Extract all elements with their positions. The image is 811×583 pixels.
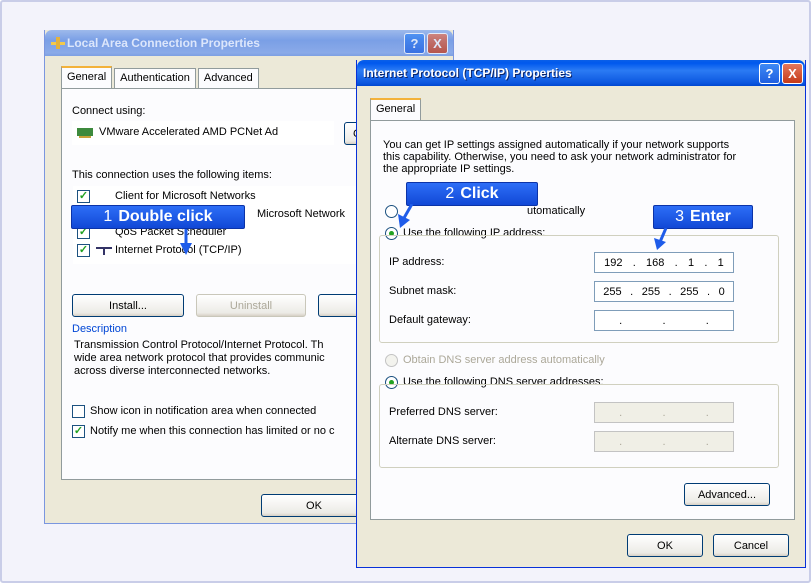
item-label: Client for Microsoft Networks: [115, 190, 256, 202]
octet: 255: [641, 285, 661, 298]
octet: 168: [646, 256, 665, 269]
step2-arrow: [398, 204, 414, 228]
tcpip-general-panel: You can get IP settings assigned automat…: [370, 120, 795, 520]
step1-callout: 1 Double click: [71, 205, 245, 229]
description-line: across diverse interconnected networks.: [74, 365, 271, 377]
step3-arrow: [654, 228, 668, 250]
intro-line: this capability. Otherwise, you need to …: [383, 151, 737, 163]
network-icon: [51, 37, 65, 49]
item-label: Microsoft Network: [257, 208, 346, 220]
protocol-icon: [96, 247, 112, 255]
network-card-icon: [77, 128, 93, 138]
octet: 255: [680, 285, 699, 298]
step1-number: 1: [103, 208, 113, 225]
uninstall-button: Uninstall: [196, 294, 306, 317]
cancel-button[interactable]: Cancel: [713, 534, 789, 557]
step1-text: Double click: [118, 208, 213, 225]
step1-arrow: [180, 229, 192, 255]
advanced-button[interactable]: Advanced...: [684, 483, 770, 506]
octet: 0: [718, 285, 725, 298]
preferred-dns-label: Preferred DNS server:: [389, 406, 498, 418]
intro-line: the appropriate IP settings.: [383, 163, 515, 175]
ip-address-input[interactable]: 192. 168. 1. 1: [594, 252, 734, 273]
ok-button[interactable]: OK: [627, 534, 703, 557]
close-button[interactable]: X: [782, 63, 803, 84]
step2-number: 2: [445, 185, 455, 202]
step2-text: Click: [460, 185, 499, 202]
item-label: Internet Protocol (TCP/IP): [115, 244, 242, 256]
dns-groupbox: [379, 384, 779, 468]
auto-dns-label: Obtain DNS server address automatically: [403, 354, 605, 366]
checkbox-checked[interactable]: ✓: [77, 190, 90, 203]
subnet-mask-input[interactable]: 255. 255. 255. 0: [594, 281, 734, 302]
lan-tabs: General Authentication Advanced: [61, 66, 261, 88]
tcpip-tabs: General: [370, 98, 423, 120]
auto-ip-label: utomatically: [527, 205, 586, 217]
notify-label: Notify me when this connection has limit…: [90, 425, 335, 437]
alternate-dns-input[interactable]: ...: [594, 431, 734, 452]
gateway-label: Default gateway:: [389, 314, 471, 326]
tcpip-properties-dialog: Internet Protocol (TCP/IP) Properties ? …: [356, 60, 806, 568]
octet: 1: [717, 256, 724, 269]
lan-title: Local Area Connection Properties: [67, 36, 260, 50]
ip-address-label: IP address:: [389, 256, 445, 268]
tcpip-title: Internet Protocol (TCP/IP) Properties: [363, 66, 572, 80]
install-button[interactable]: Install...: [72, 294, 184, 317]
alternate-dns-label: Alternate DNS server:: [389, 435, 496, 447]
ok-button[interactable]: OK: [261, 494, 367, 517]
gateway-input[interactable]: ...: [594, 310, 734, 331]
preferred-dns-input[interactable]: ...: [594, 402, 734, 423]
tab-authentication[interactable]: Authentication: [114, 68, 196, 88]
notify-checkbox[interactable]: ✓: [72, 425, 85, 438]
list-item-selected[interactable]: ✓ Internet Protocol (TCP/IP): [77, 244, 357, 258]
octet: 1: [687, 256, 695, 269]
step3-number: 3: [675, 208, 684, 225]
lan-titlebar[interactable]: Local Area Connection Properties ? X: [45, 30, 453, 56]
tab-general[interactable]: General: [370, 98, 422, 120]
tcpip-titlebar[interactable]: Internet Protocol (TCP/IP) Properties ? …: [357, 60, 805, 86]
auto-ip-radio[interactable]: [385, 205, 398, 218]
adapter-name: VMware Accelerated AMD PCNet Ad: [99, 126, 279, 138]
subnet-mask-label: Subnet mask:: [389, 285, 457, 297]
help-button[interactable]: ?: [404, 33, 425, 54]
show-icon-checkbox[interactable]: [72, 405, 85, 418]
connect-using-label: Connect using:: [72, 105, 146, 117]
items-label: This connection uses the following items…: [72, 169, 272, 181]
octet: 255: [603, 285, 622, 298]
tab-advanced[interactable]: Advanced: [197, 68, 259, 88]
tab-general[interactable]: General: [61, 66, 113, 88]
list-item[interactable]: ✓ Client for Microsoft Networks: [77, 190, 357, 204]
description-line: Transmission Control Protocol/Internet P…: [74, 339, 324, 351]
auto-dns-radio: [385, 354, 398, 367]
step3-callout: 3 Enter: [653, 205, 753, 229]
intro-line: You can get IP settings assigned automat…: [383, 139, 730, 151]
octet: 192: [604, 256, 623, 269]
description-line: wide area network protocol that provides…: [74, 352, 325, 364]
checkbox-checked[interactable]: ✓: [77, 244, 90, 257]
adapter-field: VMware Accelerated AMD PCNet Ad: [72, 121, 334, 145]
help-button[interactable]: ?: [759, 63, 780, 84]
close-button[interactable]: X: [427, 33, 448, 54]
step2-callout: 2 Click: [406, 182, 538, 206]
show-icon-label: Show icon in notification area when conn…: [90, 405, 317, 417]
description-label: Description: [72, 323, 128, 335]
step3-text: Enter: [690, 208, 731, 225]
